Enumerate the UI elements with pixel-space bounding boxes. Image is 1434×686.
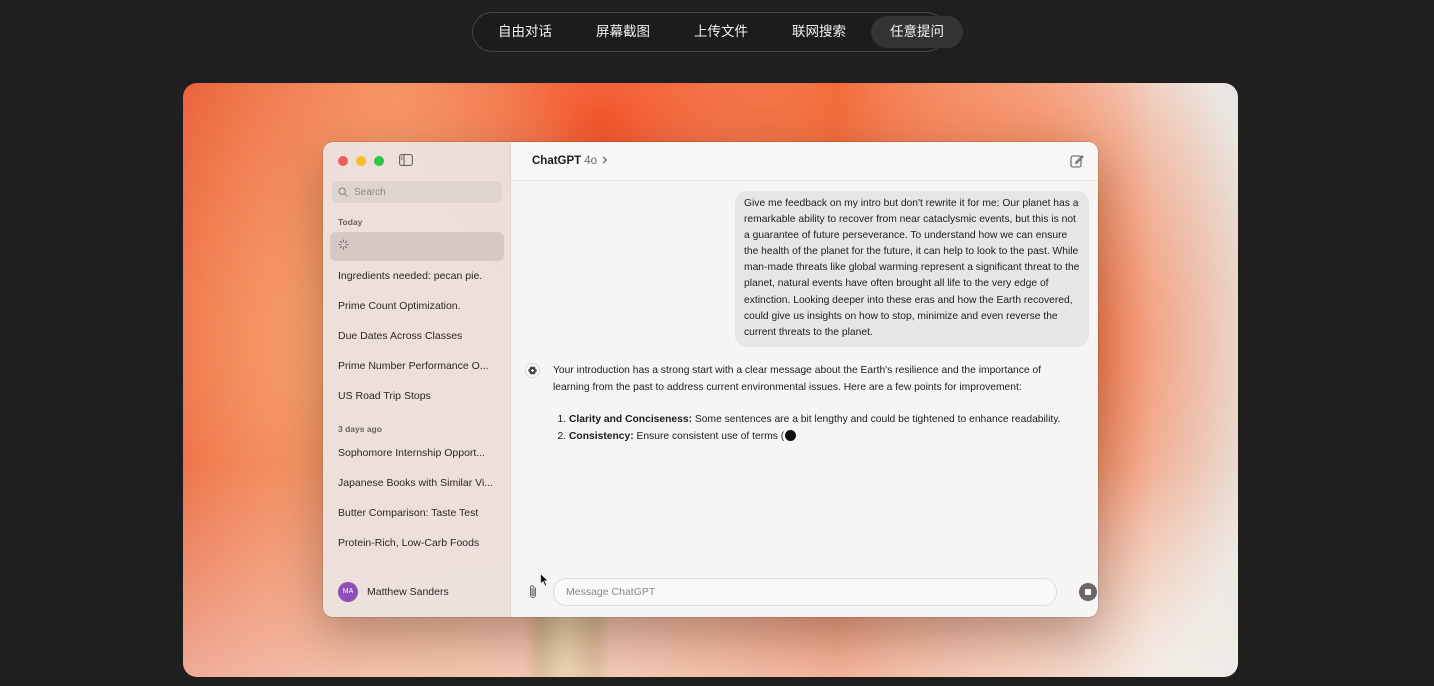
- chat-item[interactable]: US Road Trip Stops: [330, 382, 504, 411]
- tab-upload-file[interactable]: 上传文件: [675, 16, 767, 48]
- message-input[interactable]: [553, 578, 1057, 606]
- chat-item[interactable]: Protein-Rich, Low-Carb Foods: [330, 529, 504, 558]
- streaming-cursor: [785, 429, 797, 441]
- assistant-intro: Your introduction has a strong start wit…: [553, 365, 1042, 393]
- chevron-right-icon: [602, 156, 608, 164]
- search-icon: [338, 187, 348, 197]
- stop-generating-button[interactable]: [1079, 583, 1097, 601]
- wallpaper-frame: Search Today Ingredients needed: pecan p…: [183, 83, 1238, 677]
- minimize-window-button[interactable]: [356, 156, 366, 166]
- loading-spinner-icon: [338, 239, 349, 250]
- list-item: Consistency: Ensure consistent use of te…: [569, 429, 1063, 446]
- user-message: Give me feedback on my intro but don't r…: [735, 191, 1089, 347]
- model-selector[interactable]: ChatGPT 4o: [532, 155, 608, 167]
- openai-logo-icon: [525, 363, 540, 378]
- chat-item[interactable]: Sophomore Internship Opport...: [330, 439, 504, 468]
- point-title: Consistency:: [569, 430, 634, 442]
- avatar: MA: [338, 582, 358, 602]
- conversation-header: ChatGPT 4o: [511, 142, 1098, 181]
- model-version: 4o: [584, 155, 597, 167]
- zoom-window-button[interactable]: [374, 156, 384, 166]
- new-chat-icon[interactable]: [1070, 154, 1084, 168]
- stop-icon: [1085, 589, 1091, 595]
- tab-ask-anything[interactable]: 任意提问: [871, 16, 963, 48]
- chatgpt-window: Search Today Ingredients needed: pecan p…: [323, 142, 1098, 617]
- model-name: ChatGPT: [532, 155, 582, 167]
- chat-item[interactable]: Prime Count Optimization.: [330, 292, 504, 321]
- search-placeholder: Search: [354, 186, 386, 198]
- chat-item[interactable]: Prime Number Performance O...: [330, 352, 504, 381]
- window-controls: [338, 156, 384, 166]
- conversation-pane: ChatGPT 4o Give me feedback on my intro b…: [511, 142, 1098, 617]
- mode-tabs: 自由对话 屏幕截图 上传文件 联网搜索 任意提问: [472, 12, 963, 52]
- tab-free-chat[interactable]: 自由对话: [479, 16, 571, 48]
- chat-item[interactable]: Japanese Books with Similar Vi...: [330, 469, 504, 498]
- composer: [523, 578, 1098, 606]
- user-profile[interactable]: MA Matthew Sanders: [338, 582, 449, 602]
- chat-item[interactable]: Ingredients needed: pecan pie.: [330, 262, 504, 291]
- user-name: Matthew Sanders: [367, 586, 449, 598]
- list-item: Clarity and Conciseness: Some sentences …: [569, 412, 1063, 429]
- tab-web-search[interactable]: 联网搜索: [773, 16, 865, 48]
- attach-file-icon[interactable]: [526, 584, 540, 600]
- search-field[interactable]: Search: [332, 181, 502, 203]
- section-label-today: Today: [338, 217, 363, 227]
- chat-item[interactable]: Due Dates Across Classes: [330, 322, 504, 351]
- point-text: Ensure consistent use of terms (: [633, 430, 785, 442]
- point-text: Some sentences are a bit lengthy and cou…: [692, 414, 1061, 426]
- feedback-list: Clarity and Conciseness: Some sentences …: [553, 412, 1063, 445]
- tab-screenshot[interactable]: 屏幕截图: [577, 16, 669, 48]
- close-window-button[interactable]: [338, 156, 348, 166]
- chat-item-loading[interactable]: [330, 232, 504, 261]
- sidebar-toggle-icon[interactable]: [399, 154, 413, 166]
- section-label-3-days-ago: 3 days ago: [338, 424, 382, 434]
- sidebar: Search Today Ingredients needed: pecan p…: [323, 142, 511, 617]
- chat-item[interactable]: Butter Comparison: Taste Test: [330, 499, 504, 528]
- assistant-text: Your introduction has a strong start wit…: [553, 363, 1063, 445]
- point-title: Clarity and Conciseness:: [569, 414, 693, 426]
